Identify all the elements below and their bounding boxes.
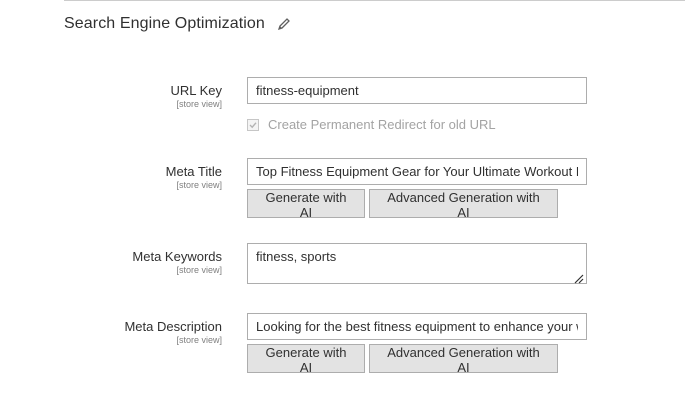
meta-keywords-textarea[interactable]: fitness, sports <box>247 243 587 284</box>
meta-title-label-group: Meta Title [store view] <box>166 164 222 190</box>
meta-description-advanced-ai-button[interactable]: Advanced Generation with AI <box>369 344 558 375</box>
meta-description-input[interactable] <box>247 313 587 340</box>
meta-description-generate-ai-button[interactable]: Generate with AI <box>247 344 365 375</box>
meta-description-label-group: Meta Description [store view] <box>124 319 222 345</box>
meta-description-label: Meta Description <box>124 319 222 334</box>
section-header[interactable]: Search Engine Optimization <box>64 15 291 33</box>
permanent-redirect-label: Create Permanent Redirect for old URL <box>268 117 496 132</box>
url-key-scope: [store view] <box>176 99 222 109</box>
section-title: Search Engine Optimization <box>64 15 265 32</box>
meta-title-advanced-ai-button[interactable]: Advanced Generation with AI <box>369 189 558 220</box>
url-key-input[interactable] <box>247 77 587 104</box>
meta-description-scope: [store view] <box>176 335 222 345</box>
pencil-icon[interactable] <box>277 17 291 31</box>
meta-title-generate-ai-button[interactable]: Generate with AI <box>247 189 365 220</box>
permanent-redirect-checkbox[interactable] <box>247 118 259 131</box>
meta-keywords-label-group: Meta Keywords [store view] <box>132 249 222 275</box>
meta-keywords-scope: [store view] <box>176 265 222 275</box>
resize-handle-icon[interactable] <box>574 271 584 284</box>
section-divider <box>64 0 685 1</box>
meta-keywords-label: Meta Keywords <box>132 249 222 264</box>
meta-title-scope: [store view] <box>176 180 222 190</box>
meta-title-input[interactable] <box>247 158 587 185</box>
checkmark-icon <box>249 121 257 128</box>
meta-title-label: Meta Title <box>165 164 222 179</box>
url-key-label-group: URL Key [store view] <box>170 83 222 109</box>
permanent-redirect-option[interactable]: Create Permanent Redirect for old URL <box>247 117 496 132</box>
url-key-label: URL Key <box>170 83 222 98</box>
